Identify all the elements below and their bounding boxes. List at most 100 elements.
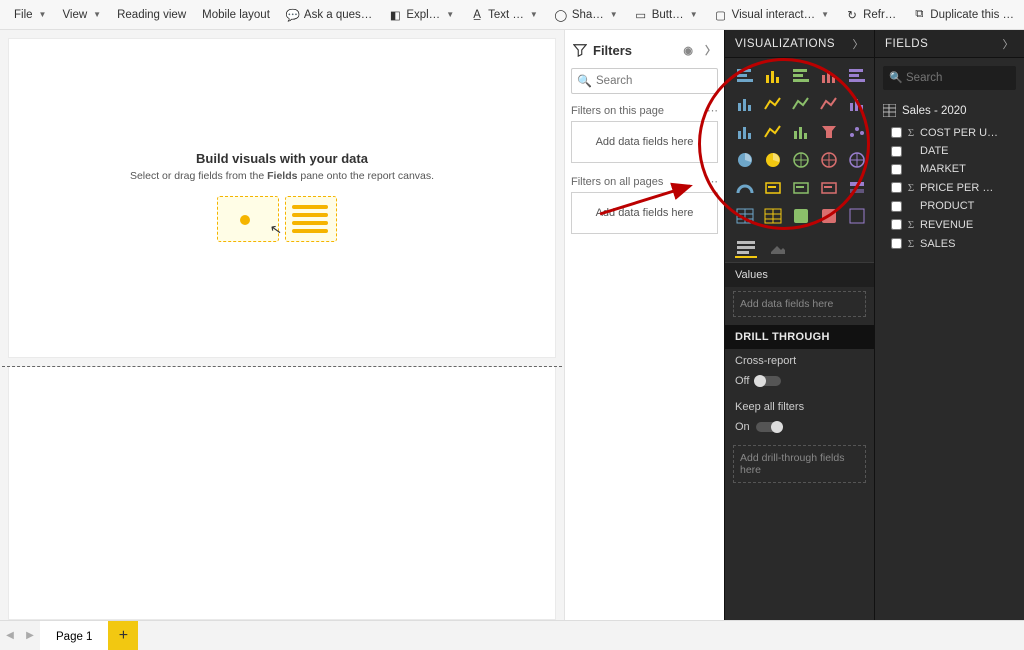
sigma-icon: Σ xyxy=(906,181,916,194)
field-checkbox[interactable] xyxy=(891,238,902,249)
field-item[interactable]: ΣREVENUE xyxy=(875,215,1024,234)
visualizations-panel: VISUALIZATIONS〉 Values Add data fields h… xyxy=(724,30,874,620)
field-checkbox[interactable] xyxy=(891,201,902,212)
filters-panel: Filters ◉ 〉 🔍 Filters on this page⋯ Add … xyxy=(564,30,724,620)
btn-buttons[interactable]: ▭Butt…▼ xyxy=(626,0,706,29)
btn-ask-question[interactable]: 💬Ask a ques… xyxy=(278,0,380,29)
field-name: PRODUCT xyxy=(920,200,974,212)
field-item[interactable]: PRODUCT xyxy=(875,197,1024,215)
viz-values-dropzone[interactable]: Add data fields here xyxy=(733,291,866,317)
cross-report-label: Cross-report xyxy=(725,349,874,373)
expand-icon[interactable]: 〉 xyxy=(705,42,716,58)
viz-clustered-bar-icon[interactable] xyxy=(789,64,813,88)
field-item[interactable]: DATE xyxy=(875,142,1024,160)
visualizations-title: VISUALIZATIONS xyxy=(735,38,835,50)
toolbar: File▼ View▼ Reading view Mobile layout 💬… xyxy=(0,0,1024,30)
viz-stacked-bar-icon[interactable] xyxy=(733,64,757,88)
viz-stacked-area-icon[interactable] xyxy=(817,92,841,116)
cross-report-toggle[interactable]: Off xyxy=(725,373,791,395)
viz-pie-icon[interactable] xyxy=(733,148,757,172)
more-icon[interactable]: ⋯ xyxy=(707,104,718,117)
field-checkbox[interactable] xyxy=(891,219,902,230)
viz-py-visual-icon[interactable] xyxy=(817,204,841,228)
more-icon[interactable]: ⋯ xyxy=(707,175,718,188)
field-name: COST PER U… xyxy=(920,127,998,139)
buttons-icon: ▭ xyxy=(634,8,648,22)
btn-mobile-layout[interactable]: Mobile layout xyxy=(194,0,278,29)
viz-r-visual-icon[interactable] xyxy=(789,204,813,228)
page-add-button[interactable]: + xyxy=(108,621,138,650)
fields-table-header[interactable]: Sales - 2020 xyxy=(875,98,1024,123)
viz-stacked-column-icon[interactable] xyxy=(761,64,785,88)
viz-line-icon[interactable] xyxy=(761,92,785,116)
shapes-icon: ◯ xyxy=(554,8,568,22)
viz-table-icon[interactable] xyxy=(733,204,757,228)
viz-waterfall-icon[interactable] xyxy=(789,120,813,144)
field-name: PRICE PER … xyxy=(920,182,993,194)
page-tab[interactable]: Page 1 xyxy=(40,621,108,650)
report-canvas[interactable]: Build visuals with your data Select or d… xyxy=(8,38,556,358)
duplicate-icon: ⧉ xyxy=(912,8,926,22)
viz-area-icon[interactable] xyxy=(789,92,813,116)
viz-tab-fields[interactable] xyxy=(735,238,757,258)
canvas-empty-subtitle: Select or drag fields from the Fields pa… xyxy=(130,170,434,182)
field-checkbox[interactable] xyxy=(891,127,902,138)
field-item[interactable]: Σ PRICE PER … xyxy=(875,178,1024,197)
filters-page-dropzone[interactable]: Add data fields here xyxy=(571,121,718,163)
btn-refresh[interactable]: ↻Refr… xyxy=(837,0,904,29)
btn-text-box[interactable]: A̲Text …▼ xyxy=(462,0,546,29)
keep-filters-toggle[interactable]: On xyxy=(725,419,792,441)
explore-icon: ◧ xyxy=(388,8,402,22)
field-item[interactable]: ΣCOST PER U… xyxy=(875,123,1024,142)
chevron-down-icon: ▼ xyxy=(93,10,101,19)
viz-matrix-icon[interactable] xyxy=(761,204,785,228)
field-name: SALES xyxy=(920,238,955,250)
keep-filters-label: Keep all filters xyxy=(725,395,874,419)
viz-donut-icon[interactable] xyxy=(761,148,785,172)
viz-gauge-icon[interactable] xyxy=(733,176,757,200)
viz-map-icon[interactable] xyxy=(817,148,841,172)
btn-explore[interactable]: ◧Expl…▼ xyxy=(380,0,462,29)
viz-tab-format[interactable] xyxy=(767,238,789,258)
field-checkbox[interactable] xyxy=(891,146,902,157)
canvas-overflow xyxy=(8,367,556,620)
drill-through-dropzone[interactable]: Add drill-through fields here xyxy=(733,445,866,483)
field-checkbox[interactable] xyxy=(891,164,902,175)
viz-hundred-column-icon[interactable] xyxy=(733,92,757,116)
filters-all-dropzone[interactable]: Add data fields here xyxy=(571,192,718,234)
viz-treemap-icon[interactable] xyxy=(789,148,813,172)
show-hide-icon[interactable]: ◉ xyxy=(683,44,693,57)
viz-slicer-icon[interactable] xyxy=(845,176,869,200)
page-nav-next[interactable]: ▶ xyxy=(20,621,40,650)
viz-multi-row-card-icon[interactable] xyxy=(789,176,813,200)
viz-line-clustered-column-icon[interactable] xyxy=(733,120,757,144)
viz-ribbon-icon[interactable] xyxy=(761,120,785,144)
btn-duplicate[interactable]: ⧉Duplicate this … xyxy=(904,0,1022,29)
filters-search-input[interactable] xyxy=(571,68,718,94)
viz-card-icon[interactable] xyxy=(761,176,785,200)
viz-filled-map-icon[interactable] xyxy=(845,148,869,172)
viz-scatter-icon[interactable] xyxy=(845,120,869,144)
viz-kpi-icon[interactable] xyxy=(817,176,841,200)
search-icon: 🔍 xyxy=(577,74,592,88)
field-item[interactable]: ΣSALES xyxy=(875,234,1024,253)
viz-clustered-column-icon[interactable] xyxy=(817,64,841,88)
interactions-icon: ▢ xyxy=(714,8,728,22)
field-checkbox[interactable] xyxy=(891,182,902,193)
search-icon: 🔍 xyxy=(889,71,903,84)
btn-visual-interactions[interactable]: ▢Visual interact…▼ xyxy=(706,0,837,29)
viz-hundred-bar-icon[interactable] xyxy=(845,64,869,88)
btn-reading-view[interactable]: Reading view xyxy=(109,0,194,29)
viz-line-stacked-column-icon[interactable] xyxy=(845,92,869,116)
field-item[interactable]: MARKET xyxy=(875,160,1024,178)
menu-file[interactable]: File▼ xyxy=(6,0,54,29)
viz-key-influencers-icon[interactable] xyxy=(845,204,869,228)
drill-through-header: DRILL THROUGH xyxy=(725,325,874,349)
chevron-right-icon[interactable]: 〉 xyxy=(853,36,865,52)
fields-title: FIELDS xyxy=(885,38,928,50)
btn-shapes[interactable]: ◯Sha…▼ xyxy=(546,0,626,29)
page-nav-prev[interactable]: ◀ xyxy=(0,621,20,650)
menu-view[interactable]: View▼ xyxy=(54,0,109,29)
chevron-right-icon[interactable]: 〉 xyxy=(1003,36,1015,52)
viz-funnel-icon[interactable] xyxy=(817,120,841,144)
